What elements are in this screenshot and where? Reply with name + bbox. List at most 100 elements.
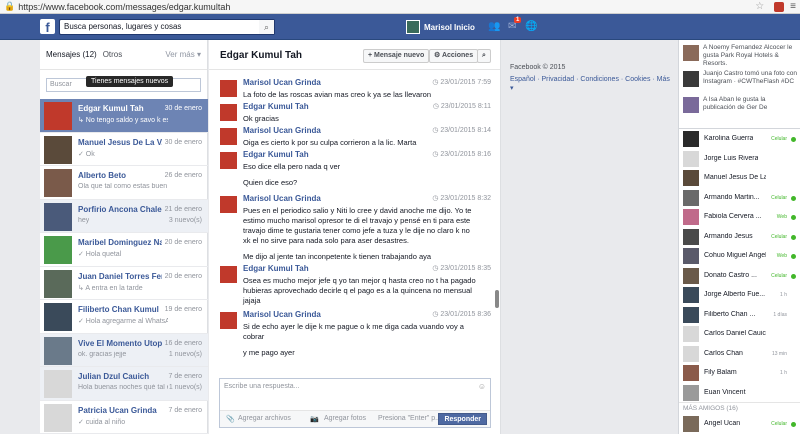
tab-others[interactable]: Otros [103, 50, 123, 59]
conversation-item[interactable]: Filiberto Chan Kumul 19 de enero ✓ Hola ag… [40, 300, 208, 334]
browser-menu-icon[interactable]: ≡ [790, 1, 796, 12]
url-text[interactable]: https://www.facebook.com/messages/edgar.… [18, 2, 755, 12]
chat-friend-item[interactable]: Angel Ucan Celular [679, 414, 800, 434]
avatar [44, 102, 72, 130]
home-link[interactable]: Inicio [454, 23, 475, 32]
message-author[interactable]: Marisol Ucan Grinda [243, 194, 321, 203]
chat-friend-item[interactable]: Carlos Daniel Cauich [679, 324, 800, 344]
avatar[interactable] [220, 104, 237, 121]
footer-links[interactable]: Español · Privacidad · Condiciones · Coo… [510, 75, 670, 93]
avatar[interactable] [406, 20, 420, 34]
unread-count: 1 nuevo(s) [168, 384, 202, 391]
bookmark-star-icon[interactable]: ☆ [755, 1, 764, 12]
online-dot-icon [791, 215, 796, 220]
conversation-name: Edgar Kumul Tah [78, 104, 144, 113]
friend-status: 1 días [773, 311, 787, 318]
message-author[interactable]: Edgar Kumul Tah [243, 102, 309, 111]
chat-friend-item[interactable]: Fabiola Cervera ... Web [679, 207, 800, 227]
friend-name: Fabiola Cervera ... [704, 213, 762, 220]
notifications-icon[interactable]: 🌐 [525, 21, 537, 32]
chat-friend-item[interactable]: Filiberto Chan ... 1 días [679, 305, 800, 325]
message-text: y me pago ayer [243, 348, 295, 357]
conversation-item[interactable]: Vive El Momento Utopia 16 de enero ok. gra… [40, 333, 208, 367]
conversation-date: 30 de enero [164, 105, 202, 112]
conversation-item[interactable]: Edgar Kumul Tah 30 de enero ↳ No tengo sal… [40, 99, 208, 133]
conversation-snippet: Ola que tal como estas buen dia [78, 183, 168, 190]
message-author[interactable]: Edgar Kumul Tah [243, 150, 309, 159]
conversation-item[interactable]: Manuel Jesus De La V... 30 de enero ✓ Ok [40, 133, 208, 166]
see-more-button[interactable]: Ver más ▾ [165, 50, 201, 59]
message-text: Me dijo al jente tan inconpetente k tien… [243, 252, 432, 261]
friend-name: Karolina Guerra [704, 135, 754, 142]
avatar [683, 416, 699, 432]
message-timestamp: ◷ 23/01/2015 8:16 [432, 151, 491, 158]
avatar[interactable] [220, 152, 237, 169]
avatar [683, 248, 699, 264]
friend-status: Celular [771, 272, 787, 279]
chat-friend-item[interactable]: Cohuo Miguel Angel Web [679, 246, 800, 266]
profile-link[interactable]: Marisol [424, 23, 452, 32]
chat-friend-item[interactable]: Karolina Guerra Celular [679, 129, 800, 149]
extension-icon[interactable] [774, 1, 785, 12]
chat-friend-item[interactable]: Fily Balam 1 h [679, 363, 800, 383]
search-chat-button[interactable]: ⌕ [477, 49, 491, 63]
conversation-item[interactable]: Maribel Dominguez Nah 20 de enero ✓ Hola q… [40, 233, 208, 267]
avatar [683, 150, 699, 167]
chat-friend-item[interactable]: Jorge Alberto Fue... 1 h [679, 285, 800, 305]
message-author[interactable]: Marisol Ucan Grinda [243, 78, 321, 87]
chat-friend-item[interactable]: Jorge Luis Rivera [679, 149, 800, 169]
avatar[interactable] [220, 196, 237, 213]
unread-count: 3 nuevo(s) [168, 216, 202, 224]
scrollbar[interactable] [495, 290, 499, 308]
avatar[interactable] [220, 80, 237, 97]
message-timestamp: ◷ 23/01/2015 8:35 [432, 265, 491, 272]
emoji-icon[interactable]: ☺ [478, 382, 486, 391]
chat-friend-item[interactable]: Carlos Chan 13 min [679, 344, 800, 364]
message-author[interactable]: Edgar Kumul Tah [243, 264, 309, 273]
message-timestamp: ◷ 23/01/2015 8:32 [432, 195, 491, 202]
reply-button[interactable]: Responder [438, 413, 487, 425]
chat-friend-item[interactable]: Manuel Jesus De La V... [679, 168, 800, 188]
friend-requests-icon[interactable]: 👥 [488, 21, 500, 32]
message-text: Ok gracias [243, 114, 279, 123]
message-author[interactable]: Marisol Ucan Grinda [243, 310, 321, 319]
message-timestamp: ◷ 23/01/2015 7:59 [432, 79, 491, 86]
avatar [44, 135, 72, 164]
avatar[interactable] [220, 266, 237, 283]
copyright: Facebook © 2015 [510, 64, 566, 71]
actions-button[interactable]: ⚙ Acciones [429, 49, 479, 63]
chat-friend-item[interactable]: Armando Jesus Celular [679, 227, 800, 247]
add-files-button[interactable]: Agregar archivos [238, 415, 291, 422]
chat-friend-item[interactable]: Euan Vincent [679, 383, 800, 403]
reply-composer[interactable]: Escribe una respuesta... ☺ 📎 Agregar arc… [219, 378, 491, 428]
chat-title[interactable]: Edgar Kumul Tah [220, 50, 302, 61]
add-photos-button[interactable]: Agregar fotos [324, 415, 366, 422]
avatar [683, 170, 699, 186]
avatar [44, 202, 72, 231]
conversation-item[interactable]: Porfirio Ancona Chale 21 de enero hey 3 nue… [40, 199, 208, 233]
search-icon[interactable]: ⌕ [259, 20, 274, 34]
avatar [683, 228, 699, 245]
conversation-date: 20 de enero [164, 239, 202, 246]
tab-messages[interactable]: Mensajes (12) [46, 50, 97, 59]
conversation-item[interactable]: Julian Dzul Cauich 7 de enero Hola buenas … [40, 367, 208, 401]
message-author[interactable]: Marisol Ucan Grinda [243, 126, 321, 135]
attach-icon[interactable]: 📎 [226, 415, 235, 423]
camera-icon[interactable]: 📷 [310, 415, 319, 423]
chat-friends-list: Karolina Guerra Celular Jorge Luis Rivera M… [679, 128, 800, 434]
new-message-button[interactable]: + Mensaje nuevo [363, 49, 430, 63]
reply-input[interactable]: Escribe una respuesta... [224, 383, 300, 390]
avatar [44, 370, 72, 398]
chat-friend-item[interactable]: Armando Martin... Celular [679, 188, 800, 208]
conversation-item[interactable]: Juan Daniel Torres Fer... 20 de enero ↳ A … [40, 267, 208, 300]
facebook-logo[interactable]: f [40, 19, 55, 35]
global-search-input[interactable]: Busca personas, lugares y cosas [59, 19, 275, 35]
conversation-item[interactable]: Patricia Ucan Grinda 7 de enero ✓ cuida al… [40, 401, 208, 434]
friend-status: 1 h [780, 370, 787, 376]
avatar[interactable] [220, 312, 237, 329]
avatar[interactable] [220, 128, 237, 145]
conversation-item[interactable]: Alberto Beto 26 de enero Ola que tal como … [40, 166, 208, 200]
chat-friend-item[interactable]: Donato Castro ... Celular [679, 266, 800, 286]
friend-name: Armando Martin... [704, 193, 760, 201]
browser-address-bar[interactable]: 🔒 https://www.facebook.com/messages/edga… [0, 0, 800, 14]
